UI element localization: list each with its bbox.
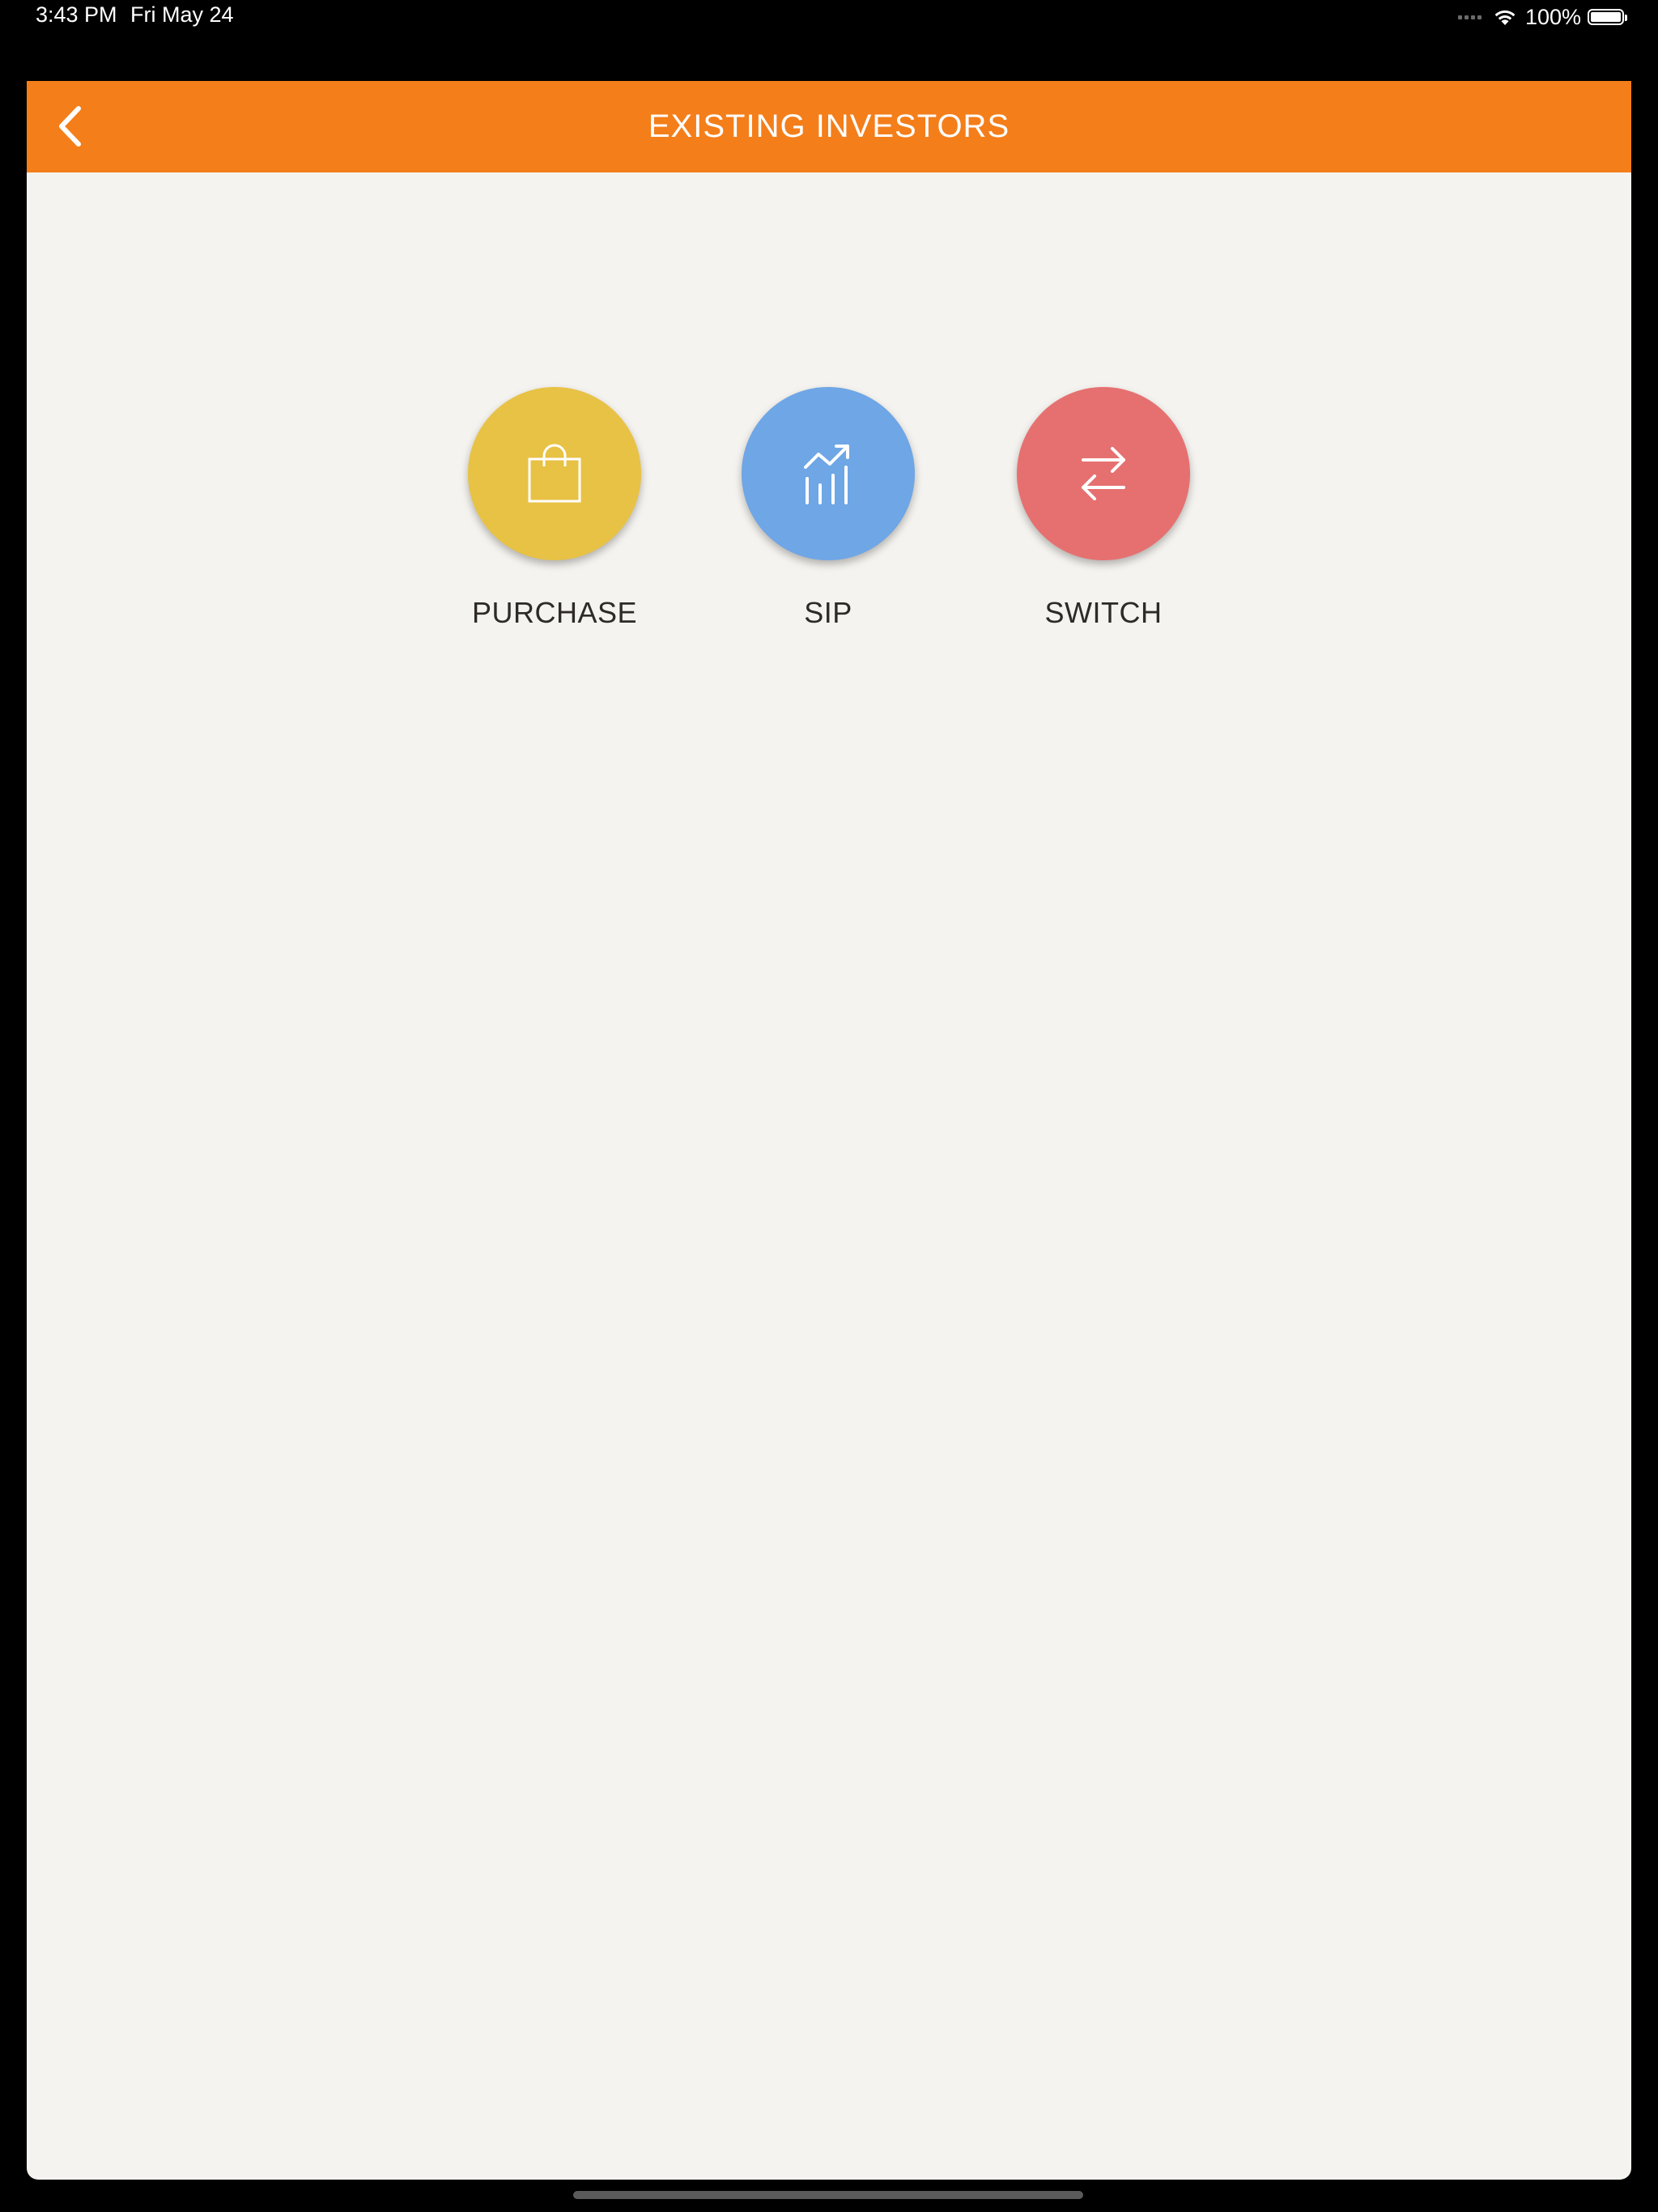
sip-icon-circle[interactable] [742,387,915,560]
growth-chart-icon [804,445,849,504]
status-date: Fri May 24 [130,2,234,27]
chevron-left-icon [59,106,81,147]
purchase-button[interactable]: PURCHASE [467,387,642,630]
shopping-bag-icon [528,444,581,503]
home-indicator[interactable] [573,2191,1083,2199]
status-time: 3:43 PM [36,2,117,27]
purchase-label: PURCHASE [471,596,638,629]
app-window: EXISTING INVESTORS PURCHASE SIP SWITCH [27,81,1631,2180]
switch-button[interactable]: SWITCH [1016,387,1191,630]
sip-label: SIP [804,596,852,629]
sip-button[interactable]: SIP [741,387,916,630]
purchase-icon-circle[interactable] [468,387,641,560]
page-title: EXISTING INVESTORS [648,108,1010,144]
battery-icon [1588,9,1627,25]
switch-icon-circle[interactable] [1017,387,1190,560]
swap-arrows-icon [1082,447,1125,500]
status-indicators: 100% [1457,3,1627,31]
switch-label: SWITCH [1044,596,1163,629]
cellular-signal-icon [1457,15,1482,19]
navigation-bar: EXISTING INVESTORS [27,81,1631,172]
battery-percentage: 100% [1524,4,1581,29]
back-button[interactable] [45,100,96,152]
wifi-icon [1493,8,1517,26]
status-bar: 3:43 PM Fri May 24 100% [0,0,1658,34]
